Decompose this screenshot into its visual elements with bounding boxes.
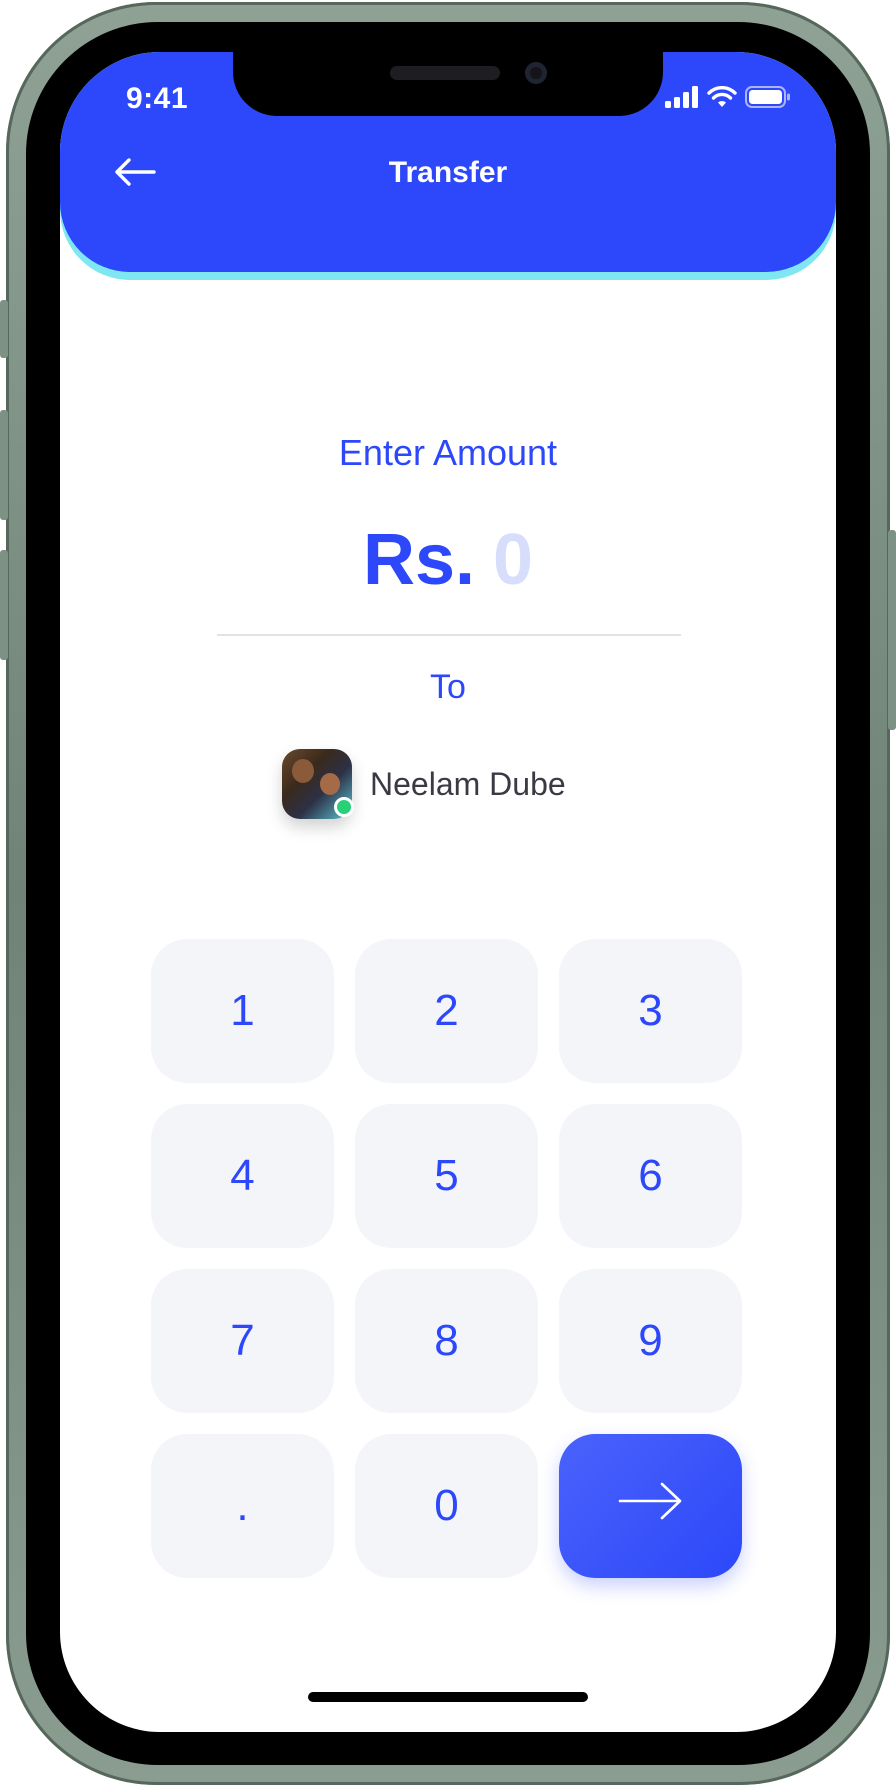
submit-button[interactable] xyxy=(559,1434,742,1578)
amount-value: 0 xyxy=(493,520,534,600)
camera xyxy=(525,62,547,84)
status-time: 9:41 xyxy=(126,82,189,115)
speaker xyxy=(390,66,500,80)
avatar-person-1 xyxy=(292,759,314,783)
notch xyxy=(233,52,663,116)
arrow-right-icon xyxy=(618,1481,684,1532)
key-9[interactable]: 9 xyxy=(559,1269,742,1413)
page-title: Transfer xyxy=(388,156,508,189)
key-2[interactable]: 2 xyxy=(355,939,538,1083)
recipient-name: Neelam Dube xyxy=(370,765,566,802)
currency-label: Rs. xyxy=(362,520,475,600)
key-4[interactable]: 4 xyxy=(151,1104,334,1248)
key-0[interactable]: 0 xyxy=(355,1434,538,1578)
signal-icon xyxy=(665,86,699,113)
status-icons xyxy=(665,86,791,113)
amount-divider xyxy=(217,634,681,636)
amount-display[interactable]: Rs. 0 xyxy=(60,520,836,600)
header: 9:41 Transfer xyxy=(60,52,836,272)
battery-icon xyxy=(745,86,791,113)
volume-down-button xyxy=(0,550,8,660)
volume-up-button xyxy=(0,410,8,520)
avatar-person-2 xyxy=(320,773,340,795)
power-button xyxy=(888,530,896,730)
screen: 9:41 Transfer Enter Amount Rs. 0 To Neel… xyxy=(60,52,836,1732)
to-label: To xyxy=(430,668,466,706)
key-decimal[interactable]: . xyxy=(151,1434,334,1578)
key-3[interactable]: 3 xyxy=(559,939,742,1083)
key-1[interactable]: 1 xyxy=(151,939,334,1083)
online-status-dot xyxy=(334,797,354,817)
mute-switch xyxy=(0,300,8,358)
key-7[interactable]: 7 xyxy=(151,1269,334,1413)
keypad: 1 2 3 4 5 6 7 8 9 . 0 xyxy=(151,939,747,1578)
avatar xyxy=(282,749,354,819)
recipient[interactable]: Neelam Dube xyxy=(282,749,566,819)
enter-amount-label: Enter Amount xyxy=(338,432,558,473)
key-8[interactable]: 8 xyxy=(355,1269,538,1413)
key-5[interactable]: 5 xyxy=(355,1104,538,1248)
key-6[interactable]: 6 xyxy=(559,1104,742,1248)
wifi-icon xyxy=(707,86,737,113)
home-indicator[interactable] xyxy=(308,1692,588,1702)
